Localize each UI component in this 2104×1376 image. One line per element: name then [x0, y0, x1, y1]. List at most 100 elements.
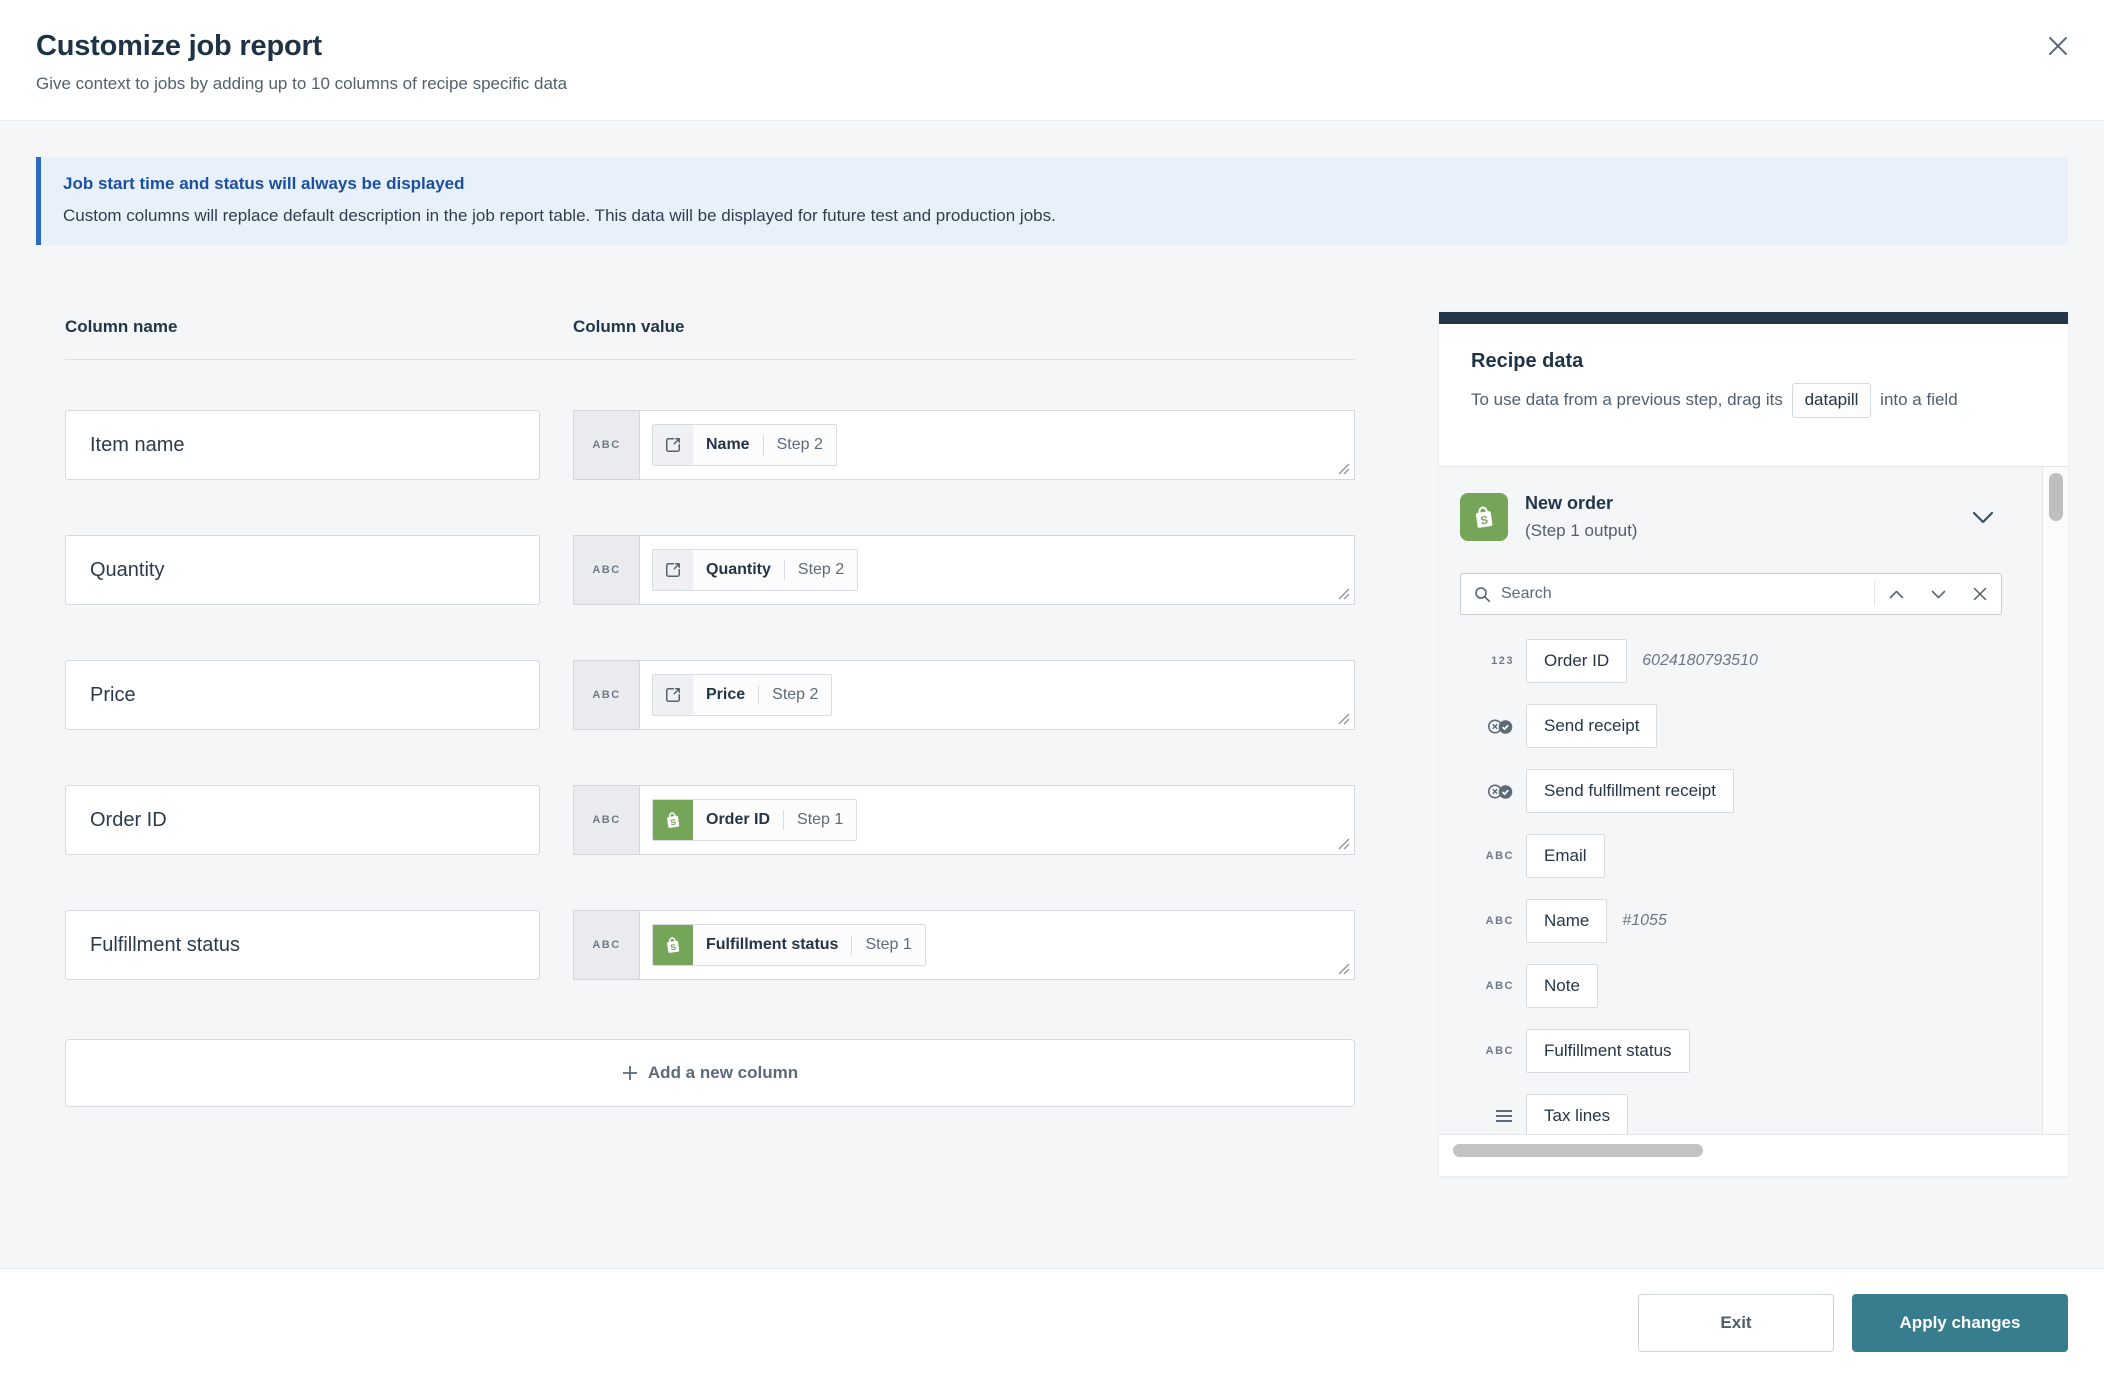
datapill[interactable]: Send fulfillment receipt [1526, 769, 1734, 813]
resize-handle-icon[interactable] [1338, 963, 1350, 975]
list-item: ABC Fulfillment status [1460, 1029, 2002, 1073]
abc-type-label: ABC [592, 564, 620, 576]
column-name-header: Column name [65, 317, 573, 337]
datapill-label: Price [693, 675, 758, 715]
collapse-source-button[interactable] [1966, 505, 2000, 530]
sample-value: 6024180793510 [1642, 652, 1758, 670]
datatree-source-row[interactable]: S New order (Step 1 output) [1460, 481, 2002, 553]
shopify-icon: S [653, 925, 693, 965]
recipe-step-icon [653, 675, 693, 715]
horizontal-scrollbar-thumb[interactable] [1453, 1144, 1703, 1157]
column-type-box: ABC [573, 535, 639, 605]
search-clear-button[interactable] [1959, 574, 2001, 614]
text-type-icon: ABC [1460, 915, 1516, 927]
datapill-label: Order ID [693, 800, 783, 840]
column-value-field[interactable]: Name Step 2 [639, 410, 1355, 480]
plus-icon [622, 1065, 638, 1081]
datapill-step: Step 1 [784, 800, 856, 840]
vertical-scrollbar [2042, 467, 2068, 1134]
column-value-header: Column value [573, 317, 684, 337]
sample-value: #1055 [1622, 912, 1667, 930]
column-value-field[interactable]: Quantity Step 2 [639, 535, 1355, 605]
column-name-input[interactable] [65, 910, 540, 980]
datapill-example-chip: datapill [1792, 383, 1872, 418]
source-step-name: New order [1525, 493, 1966, 514]
datapill[interactable]: Tax lines [1526, 1094, 1628, 1135]
datapill[interactable]: Fulfillment status [1526, 1029, 1690, 1073]
column-row: ABC Price Step 2 [65, 660, 1355, 730]
chevron-down-icon [1931, 590, 1946, 599]
datapill[interactable]: S Order ID Step 1 [652, 799, 857, 841]
info-banner: Job start time and status will always be… [36, 157, 2068, 245]
header-divider [65, 359, 1355, 360]
page-subtitle: Give context to jobs by adding up to 10 … [36, 74, 2068, 94]
list-item: 123 Order ID 6024180793510 [1460, 639, 2002, 683]
resize-handle-icon[interactable] [1338, 588, 1350, 600]
datapill[interactable]: S Fulfillment status Step 1 [652, 924, 926, 966]
datapill[interactable]: Name Step 2 [652, 424, 837, 466]
column-type-box: ABC [573, 410, 639, 480]
column-type-box: ABC [573, 910, 639, 980]
search-prev-button[interactable] [1875, 574, 1917, 614]
column-name-input[interactable] [65, 660, 540, 730]
search-next-button[interactable] [1917, 574, 1959, 614]
close-icon [1973, 587, 1987, 601]
resize-handle-icon[interactable] [1338, 838, 1350, 850]
datapill[interactable]: Price Step 2 [652, 674, 832, 716]
add-new-column-button[interactable]: Add a new column [65, 1039, 1355, 1107]
list-item: ABC Note [1460, 964, 2002, 1008]
resize-handle-icon[interactable] [1338, 463, 1350, 475]
modal-body: Job start time and status will always be… [0, 121, 2104, 1268]
column-row: ABC S Fulfillment status Step 1 [65, 910, 1355, 980]
datapill[interactable]: Send receipt [1526, 704, 1657, 748]
customize-job-report-modal: Customize job report Give context to job… [0, 0, 2104, 1376]
close-button[interactable] [2040, 28, 2076, 64]
shopify-app-icon: S [1460, 493, 1508, 541]
datapill[interactable]: Order ID [1526, 639, 1627, 683]
panel-accent-bar [1439, 312, 2068, 324]
datapill-list: 123 Order ID 6024180793510 Send receipt [1460, 639, 2002, 1135]
list-item: Send fulfillment receipt [1460, 769, 2002, 813]
datapill-step: Step 1 [852, 925, 924, 965]
modal-header: Customize job report Give context to job… [0, 0, 2104, 121]
datapill-label: Quantity [693, 550, 784, 590]
column-name-input[interactable] [65, 535, 540, 605]
info-banner-title: Job start time and status will always be… [63, 174, 2042, 194]
search-icon [1474, 586, 1491, 603]
column-name-input[interactable] [65, 785, 540, 855]
datapill-step: Step 2 [759, 675, 831, 715]
search-input[interactable] [1501, 585, 1874, 603]
vertical-scrollbar-thumb[interactable] [2049, 473, 2063, 521]
datapill-step: Step 2 [764, 425, 836, 465]
column-value-field[interactable]: S Order ID Step 1 [639, 785, 1355, 855]
text-type-icon: ABC [1460, 1045, 1516, 1057]
recipe-data-header: Recipe data To use data from a previous … [1439, 324, 2068, 466]
resize-handle-icon[interactable] [1338, 713, 1350, 725]
abc-type-label: ABC [592, 814, 620, 826]
column-value-field[interactable]: Price Step 2 [639, 660, 1355, 730]
exit-button[interactable]: Exit [1638, 1294, 1834, 1352]
page-title: Customize job report [36, 30, 2068, 63]
column-name-input[interactable] [65, 410, 540, 480]
chevron-down-icon [1972, 511, 1994, 524]
list-type-icon [1460, 1108, 1516, 1124]
shopify-icon: S [653, 800, 693, 840]
datapill[interactable]: Quantity Step 2 [652, 549, 858, 591]
abc-type-label: ABC [592, 439, 620, 451]
chevron-up-icon [1889, 590, 1904, 599]
column-type-box: ABC [573, 785, 639, 855]
column-value-field[interactable]: S Fulfillment status Step 1 [639, 910, 1355, 980]
recipe-data-description: To use data from a previous step, drag i… [1471, 383, 2031, 418]
close-icon [2047, 35, 2069, 57]
recipe-step-icon [653, 550, 693, 590]
datapill[interactable]: Note [1526, 964, 1598, 1008]
datapill-label: Name [693, 425, 763, 465]
boolean-type-icon [1460, 717, 1516, 736]
abc-type-label: ABC [592, 939, 620, 951]
recipe-data-title: Recipe data [1471, 350, 2036, 373]
column-row: ABC Name Step 2 [65, 410, 1355, 480]
datapill[interactable]: Email [1526, 834, 1605, 878]
apply-changes-button[interactable]: Apply changes [1852, 1294, 2068, 1352]
list-item: Tax lines [1460, 1094, 2002, 1135]
datapill[interactable]: Name [1526, 899, 1607, 943]
